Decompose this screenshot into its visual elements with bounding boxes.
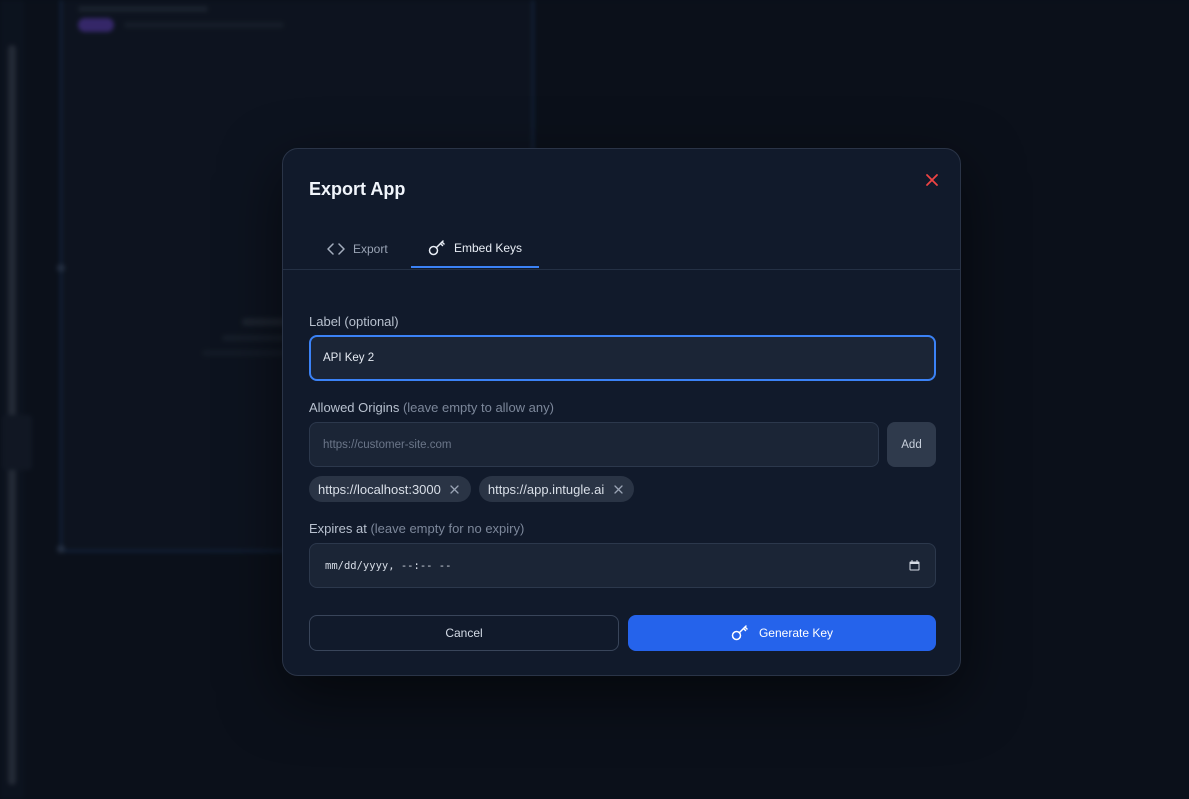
- close-icon: [926, 174, 938, 186]
- origin-chip: https://localhost:3000: [309, 476, 471, 502]
- generate-key-label: Generate Key: [758, 626, 834, 640]
- cancel-button[interactable]: Cancel: [309, 615, 619, 651]
- key-icon: [428, 239, 445, 255]
- allowed-origins-label-text: Allowed Origins: [309, 400, 400, 415]
- tab-bar: Export Embed Keys: [283, 229, 960, 270]
- remove-origin-button[interactable]: [449, 483, 461, 495]
- origin-chip-label: https://app.intugle.ai: [487, 481, 605, 497]
- expires-at-label-text: Expires at: [309, 521, 367, 536]
- origin-input[interactable]: [309, 422, 879, 467]
- add-origin-button[interactable]: Add: [887, 422, 936, 467]
- close-icon: [450, 484, 460, 494]
- calendar-picker-button[interactable]: [909, 560, 920, 571]
- allowed-origins-label: Allowed Origins (leave empty to allow an…: [309, 400, 554, 415]
- label-field-label: Label (optional): [309, 314, 399, 329]
- remove-origin-button[interactable]: [612, 483, 624, 495]
- close-icon: [614, 484, 623, 494]
- origin-chip-label: https://localhost:3000: [318, 481, 441, 497]
- origin-chip: https://app.intugle.ai: [478, 476, 635, 502]
- allowed-origins-hint: (leave empty to allow any): [402, 400, 554, 415]
- expires-at-hint: (leave empty for no expiry): [370, 521, 525, 536]
- expires-at-input[interactable]: mm/dd/yyyy, --:-- --: [309, 543, 936, 588]
- expires-at-label: Expires at (leave empty for no expiry): [309, 521, 524, 536]
- close-button[interactable]: [921, 169, 943, 191]
- calendar-icon: [909, 560, 920, 571]
- code-icon: [327, 242, 345, 255]
- key-icon: [731, 625, 748, 641]
- export-app-dialog: Export App Export Embed Keys Label (opti…: [282, 148, 961, 676]
- date-placeholder: mm/dd/yyyy, --:-- --: [325, 559, 452, 572]
- dialog-title: Export App: [309, 179, 406, 199]
- generate-key-button[interactable]: Generate Key: [628, 615, 936, 651]
- origin-chips: https://localhost:3000 https://app.intug…: [309, 476, 635, 502]
- tab-export[interactable]: Export: [327, 229, 388, 268]
- tab-embed-keys[interactable]: Embed Keys: [411, 229, 539, 268]
- tab-export-label: Export: [353, 241, 388, 256]
- label-input[interactable]: [309, 335, 936, 381]
- tab-embed-keys-label: Embed Keys: [453, 240, 523, 255]
